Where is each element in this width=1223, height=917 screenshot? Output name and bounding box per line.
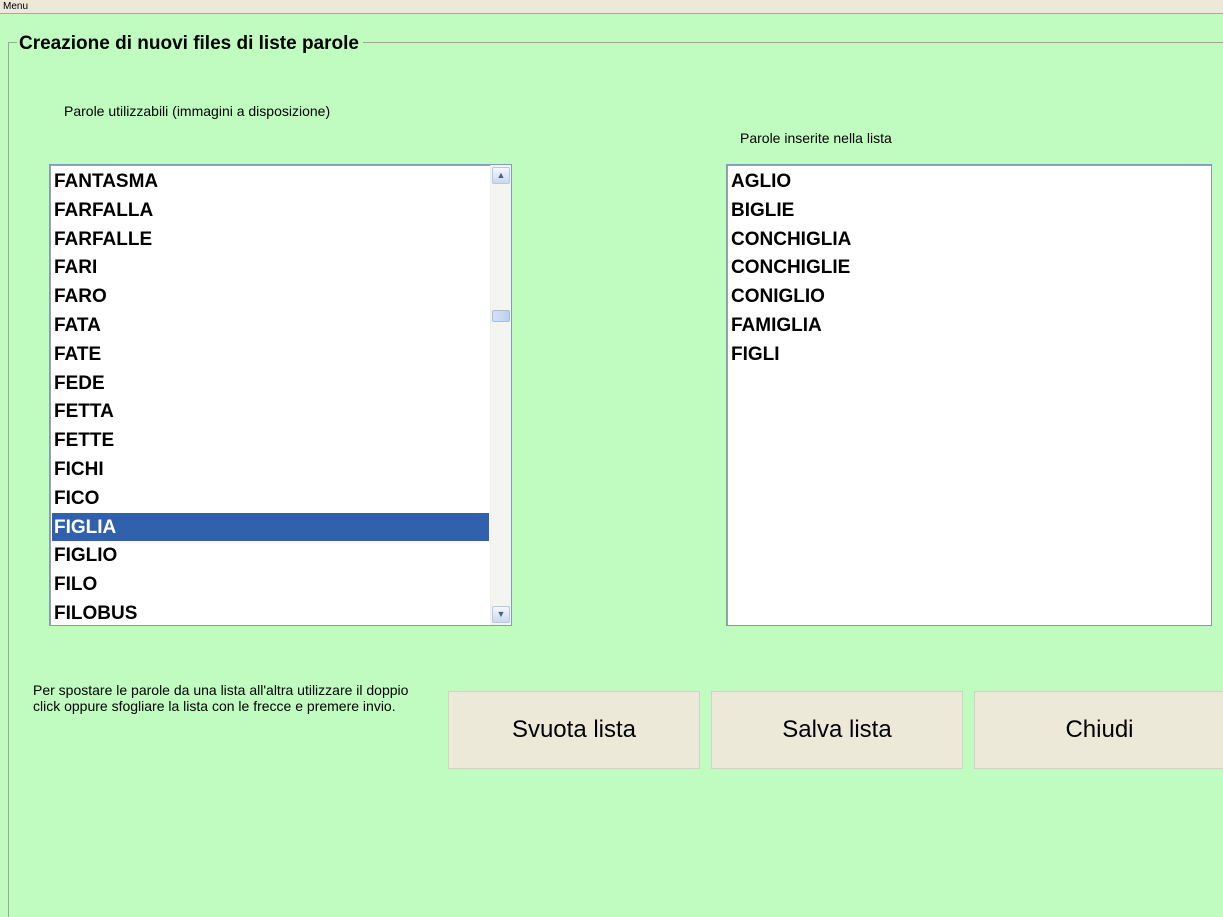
list-item[interactable]: FARI [52,253,489,282]
window-left-border [8,42,9,917]
instructions-text: Per spostare le parole da una lista all'… [33,682,409,714]
list-item[interactable]: FIGLI [729,340,1211,369]
clear-list-button[interactable]: Svuota lista [448,691,700,769]
list-item[interactable]: CONCHIGLIE [729,253,1211,282]
list-item[interactable]: FIGLIA [52,512,489,542]
list-item[interactable]: FETTE [52,426,489,455]
chevron-down-icon[interactable]: ▼ [492,606,510,623]
list-item[interactable]: FEDE [52,369,489,398]
list-item[interactable]: AGLIO [729,167,1211,196]
list-item[interactable]: FANTASMA [52,167,489,196]
list-item[interactable]: FATE [52,340,489,369]
list-item[interactable]: FARO [52,282,489,311]
list-item[interactable]: FICO [52,484,489,513]
list-item[interactable]: FIGLIO [52,541,489,570]
available-words-list[interactable]: FANTASMA FARFALLA FARFALLE FARI FARO FATA FATE… [52,167,489,625]
list-item[interactable]: FARFALLE [52,225,489,254]
inserted-words-label: Parole inserite nella lista [740,130,892,146]
vertical-scrollbar[interactable]: ▲ ▼ [490,165,511,625]
available-words-listbox[interactable]: FANTASMA FARFALLA FARFALLE FARI FARO FATA FATE… [49,164,512,626]
list-item[interactable]: BIGLIE [729,196,1211,225]
save-list-button[interactable]: Salva lista [711,691,963,769]
list-item[interactable]: FICHI [52,455,489,484]
list-item[interactable]: FILOBUS [52,599,489,625]
list-item[interactable]: CONCHIGLIA [729,225,1211,254]
available-words-label: Parole utilizzabili (immagini a disposiz… [64,103,331,119]
chevron-up-icon[interactable]: ▲ [492,167,510,184]
inserted-words-list[interactable]: AGLIO BIGLIE CONCHIGLIA CONCHIGLIE CONIGLIO F… [729,167,1211,369]
list-item[interactable]: FETTA [52,397,489,426]
list-item[interactable]: FILO [52,570,489,599]
list-item[interactable]: FAMIGLIA [729,311,1211,340]
menu-bar: Menu [0,0,1223,14]
scrollbar-thumb[interactable] [492,310,510,322]
list-item[interactable]: FATA [52,311,489,340]
inserted-words-listbox[interactable]: AGLIO BIGLIE CONCHIGLIA CONCHIGLIE CONIGLIO F… [726,164,1212,626]
menu-item-menu[interactable]: Menu [3,0,28,13]
close-button[interactable]: Chiudi [974,691,1223,769]
groupbox-title: Creazione di nuovi files di liste parole [17,33,363,55]
list-item[interactable]: FARFALLA [52,196,489,225]
list-item[interactable]: CONIGLIO [729,282,1211,311]
